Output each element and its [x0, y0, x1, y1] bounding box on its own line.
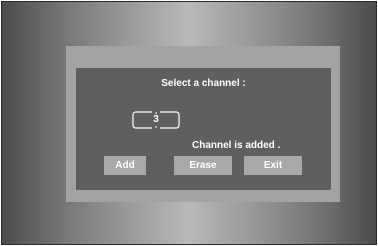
tv-screen: Select a channel : 3 Channel is added . … [1, 1, 377, 245]
channel-selector[interactable]: 3 [132, 111, 180, 129]
channel-dialog: Select a channel : 3 Channel is added . … [76, 68, 331, 190]
channel-number: 3 [153, 114, 159, 125]
erase-button[interactable]: Erase [174, 156, 232, 175]
add-button[interactable]: Add [104, 156, 146, 175]
dialog-title: Select a channel : [161, 78, 246, 89]
exit-button[interactable]: Exit [244, 156, 302, 175]
status-message: Channel is added . [192, 140, 281, 151]
